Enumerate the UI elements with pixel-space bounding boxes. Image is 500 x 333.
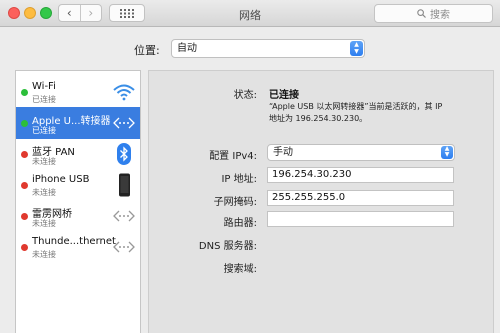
ip-address-field[interactable]: 196.254.30.230	[267, 167, 454, 183]
service-status: 已连接	[32, 95, 56, 104]
status-dot-connected	[21, 120, 28, 127]
dns-server-label: DNS 服务器:	[198, 241, 257, 252]
ethernet-icon	[113, 210, 135, 222]
status-description-line: 地址为 196.254.30.230。	[269, 114, 368, 123]
router-label: 路由器:	[223, 218, 257, 229]
ip-address-label: IP 地址:	[221, 174, 257, 185]
service-item-bluetooth-pan[interactable]: 蓝牙 PAN 未连接	[16, 138, 140, 170]
service-name: iPhone USB	[32, 174, 90, 185]
bluetooth-icon	[117, 143, 131, 165]
configure-ipv4-select[interactable]: 手动 ▲ ▼	[267, 144, 455, 161]
service-item-iphone-usb[interactable]: iPhone USB 未连接	[16, 169, 140, 201]
up-down-chevron-icon: ▲ ▼	[441, 146, 453, 159]
search-field[interactable]: 搜索	[374, 4, 493, 23]
status-dot-disconnected	[21, 213, 28, 220]
service-item-apple-usb-ethernet[interactable]: Apple U...转接器 已连接	[16, 107, 140, 139]
status-dot-disconnected	[21, 244, 28, 251]
service-list: Wi-Fi 已连接 Apple U...转接器 已连接 蓝牙 PAN 未连接 i…	[15, 70, 141, 333]
status-description-line: “Apple USB 以太网转接器”当前是活跃的，其 IP	[269, 102, 443, 111]
service-item-thunderbolt-ethernet[interactable]: Thunde...thernet 未连接	[16, 231, 140, 263]
configure-ipv4-value: 手动	[273, 147, 293, 158]
status-dot-connected	[21, 89, 28, 96]
search-icon	[417, 9, 426, 18]
service-item-wifi[interactable]: Wi-Fi 已连接	[16, 76, 140, 108]
status-dot-disconnected	[21, 182, 28, 189]
iphone-icon	[119, 173, 130, 197]
router-field[interactable]	[267, 211, 454, 227]
service-status: 未连接	[32, 219, 56, 228]
service-status: 未连接	[32, 188, 56, 197]
ethernet-icon	[113, 241, 135, 253]
service-status: 未连接	[32, 157, 56, 166]
title-bar: ‹ › 网络 搜索	[0, 0, 500, 27]
status-description: “Apple USB 以太网转接器”当前是活跃的，其 IP 地址为 196.25…	[269, 101, 469, 125]
configure-ipv4-label: 配置 IPv4:	[209, 151, 257, 162]
search-placeholder: 搜索	[430, 10, 450, 21]
service-status: 已连接	[32, 126, 56, 135]
status-dot-disconnected	[21, 151, 28, 158]
subnet-mask-label: 子网掩码:	[213, 197, 257, 208]
status-label: 状态:	[233, 90, 257, 101]
up-down-chevron-icon: ▲ ▼	[350, 41, 363, 56]
location-label: 位置:	[134, 44, 160, 57]
location-value: 自动	[177, 43, 197, 54]
service-name: Thunde...thernet	[32, 236, 116, 247]
ethernet-icon	[113, 117, 135, 129]
subnet-mask-field[interactable]: 255.255.255.0	[267, 190, 454, 206]
search-domain-label: 搜索域:	[223, 264, 257, 275]
location-select[interactable]: 自动 ▲ ▼	[171, 39, 365, 58]
service-item-thunderbolt-bridge[interactable]: 雷雳网桥 未连接	[16, 200, 140, 232]
wifi-icon	[113, 84, 135, 101]
status-value: 已连接	[269, 90, 299, 101]
service-status: 未连接	[32, 250, 56, 259]
service-name: Wi-Fi	[32, 81, 56, 92]
